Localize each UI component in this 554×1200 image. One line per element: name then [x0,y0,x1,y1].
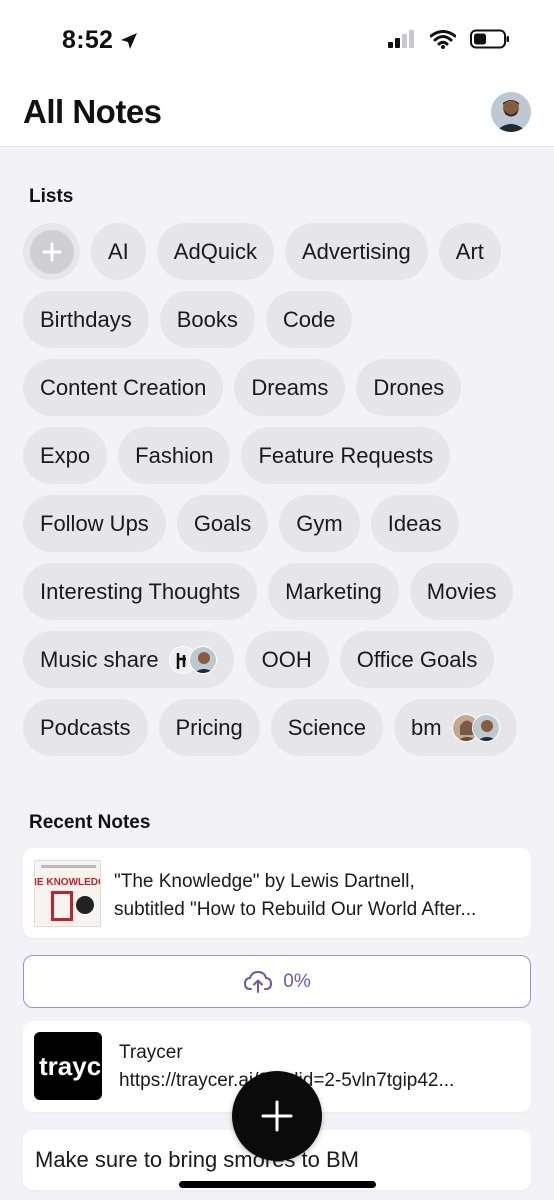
page-title: All Notes [23,93,162,130]
note-line-1: "The Knowledge" by Lewis Dartnell, [114,871,415,892]
list-chip-ai[interactable]: AI [91,223,146,280]
cloud-upload-icon [244,970,273,993]
shared-avatars [168,645,217,674]
list-chip-birthdays[interactable]: Birthdays [23,291,149,348]
profile-avatar[interactable] [491,92,531,132]
list-chip-drones[interactable]: Drones [356,359,462,416]
avatar-icon [471,713,500,742]
add-list-button[interactable] [23,223,80,280]
note-line-2: https://traycer.ai/?fbclid=2-5vln7tgip42… [119,1067,519,1095]
note-text: "The Knowledge" by Lewis Dartnell, subti… [114,868,514,924]
book-cover-thumbnail: THE KNOWLEDGE [34,860,101,927]
book-cover-title: THE KNOWLEDGE [35,877,101,888]
list-chip-books[interactable]: Books [159,291,255,348]
person-avatar-icon [491,92,531,132]
traycer-thumbnail: trayc [34,1032,102,1100]
list-chip-advertising[interactable]: Advertising [284,223,428,280]
list-chip-follow-ups[interactable]: Follow Ups [23,495,166,552]
chip-label: Music share [40,646,159,672]
status-icons [388,29,510,49]
list-chip-gym[interactable]: Gym [279,495,360,552]
list-chip-code[interactable]: Code [265,291,353,348]
clock: 8:52 [62,26,114,54]
upload-progress-text: 0% [283,970,311,992]
list-chip-art[interactable]: Art [438,223,501,280]
list-chip-dreams[interactable]: Dreams [234,359,346,416]
plus-icon [261,1100,293,1132]
list-chip-bm[interactable]: bm [394,699,517,756]
upload-progress-card[interactable]: 0% [23,955,531,1008]
list-chip-ideas[interactable]: Ideas [370,495,459,552]
note-card-knowledge[interactable]: THE KNOWLEDGE "The Knowledge" by Lewis D… [23,848,531,938]
recent-notes-label: Recent Notes [29,812,151,833]
shared-avatars [451,713,500,742]
note-line-2: subtitled "How to Rebuild Our World Afte… [114,899,477,920]
list-chip-science[interactable]: Science [270,699,384,756]
location-arrow-icon [121,32,138,49]
list-chip-content-creation[interactable]: Content Creation [23,359,224,416]
note-line-1: Traycer [119,1042,183,1063]
chip-label: bm [411,714,442,740]
list-chip-expo[interactable]: Expo [23,427,108,484]
list-chip-marketing[interactable]: Marketing [268,563,399,620]
list-chip-fashion[interactable]: Fashion [118,427,231,484]
list-chip-adquick[interactable]: AdQuick [156,223,274,280]
list-chip-movies[interactable]: Movies [409,563,514,620]
avatar-icon [188,645,217,674]
list-chip-interesting-thoughts[interactable]: Interesting Thoughts [23,563,258,620]
new-note-button[interactable] [232,1071,322,1161]
list-chip-feature-requests[interactable]: Feature Requests [241,427,451,484]
list-chip-office-goals[interactable]: Office Goals [339,631,495,688]
home-indicator [179,1181,376,1188]
battery-icon [470,29,509,49]
top-bar: 8:52 All Notes [0,0,554,147]
lists-chips: AI AdQuick Advertising Art Birthdays Boo… [23,223,543,767]
wifi-icon [430,29,456,49]
list-chip-ooh[interactable]: OOH [244,631,329,688]
list-chip-goals[interactable]: Goals [176,495,269,552]
list-chip-pricing[interactable]: Pricing [158,699,260,756]
list-chip-podcasts[interactable]: Podcasts [23,699,148,756]
plus-icon [29,229,74,274]
lists-label: Lists [29,186,74,207]
note-line-1: Make sure to bring smores to BM [35,1147,360,1172]
list-chip-music-share[interactable]: Music share [23,631,234,688]
note-text: Traycer https://traycer.ai/?fbclid=2-5vl… [119,1039,519,1095]
signal-icon [388,30,414,48]
status-time: 8:52 [62,26,139,55]
